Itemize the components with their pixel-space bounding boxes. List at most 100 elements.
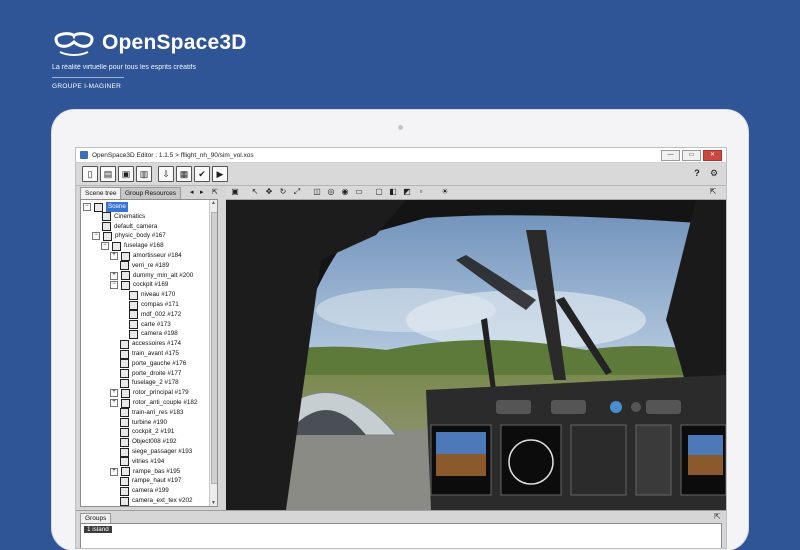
move-icon[interactable]: ✥ (264, 187, 274, 197)
tree-node[interactable]: + rampe_bas #195 (110, 467, 180, 477)
tree-node-label: Cinematics (114, 212, 146, 220)
collapse-icon[interactable]: − (110, 281, 118, 290)
view-mode-icon[interactable]: ▣ (230, 187, 240, 197)
tree-node[interactable]: − fuselage #168 (101, 241, 164, 251)
top-view-icon[interactable]: ◧ (388, 187, 398, 197)
groups-panel: Groups ⇱ 1 island (76, 510, 726, 548)
save-as-icon[interactable]: ▥ (136, 166, 152, 182)
close-button[interactable]: ✕ (703, 150, 722, 161)
tree-node[interactable]: vitries #194 (110, 457, 164, 467)
scale-icon[interactable]: ⤢ (292, 187, 302, 197)
rotate-icon[interactable]: ↻ (278, 187, 288, 197)
tree-node[interactable]: carte #173 (119, 320, 171, 330)
tree-node[interactable]: mdf_002 #172 (119, 310, 181, 320)
viewport-undock-icon[interactable]: ⇱ (708, 187, 718, 197)
tree-node[interactable]: accessoires #174 (110, 339, 181, 349)
render-icon[interactable]: ◉ (340, 187, 350, 197)
3d-viewport[interactable] (226, 200, 726, 510)
node-type-icon (120, 427, 129, 437)
tree-node[interactable]: turbine #190 (110, 418, 167, 428)
tree-node[interactable]: porte_droite #177 (110, 369, 181, 379)
group-item[interactable]: 1 island (84, 526, 112, 533)
tree-node[interactable]: Object008 #192 (110, 437, 176, 447)
new-project-icon[interactable]: ▯ (82, 166, 98, 182)
node-type-icon (120, 447, 129, 457)
tree-node-label: rampe_bas #195 (133, 467, 181, 475)
tree-node[interactable]: + rotor_principal #179 (110, 388, 189, 398)
tree-node[interactable]: Cinematics (92, 212, 145, 222)
tree-node[interactable]: default_camera (92, 222, 157, 232)
scrollbar-thumb[interactable] (211, 212, 217, 484)
groups-undock-icon[interactable]: ⇱ (714, 512, 721, 521)
expand-icon[interactable]: + (110, 252, 118, 260)
side-view-icon[interactable]: ▢ (374, 187, 384, 197)
tree-node[interactable]: siege_passager #193 (110, 447, 192, 457)
tree-scrollbar[interactable]: ▲ ▼ (209, 200, 217, 506)
tree-node-label: rotor_principal #179 (133, 389, 189, 397)
window-titlebar: OpenSpace3D Editor : 1.1.5 > fflight_nh_… (76, 148, 726, 163)
scroll-up-icon[interactable]: ▲ (210, 200, 217, 206)
node-type-icon (120, 261, 129, 271)
node-type-icon (129, 329, 138, 339)
tree-node[interactable]: + amortisseur #184 (110, 251, 182, 261)
node-type-icon (129, 320, 138, 330)
tree-node[interactable]: compas #171 (119, 300, 179, 310)
tree-node[interactable]: verri_re #189 (110, 261, 169, 271)
tree-node[interactable]: porte_gauche #176 (110, 359, 186, 369)
tab-group-resources[interactable]: Group Resources (120, 187, 181, 199)
minimize-button[interactable]: — (661, 150, 680, 161)
expand-icon[interactable]: + (110, 467, 118, 476)
run-icon[interactable]: ▶ (212, 166, 228, 182)
maximize-button[interactable]: ▭ (682, 150, 701, 161)
import-icon[interactable]: ⇩ (158, 166, 174, 182)
node-type-icon (120, 359, 129, 369)
expand-icon[interactable]: + (110, 389, 118, 398)
collapse-icon[interactable]: − (92, 232, 100, 241)
tab-scroll-right-icon[interactable]: ▸ (200, 188, 204, 196)
tree-node[interactable]: + dummy_min_alt #200 (110, 271, 193, 281)
tree-node[interactable]: + rotor_anti_couple #182 (110, 398, 197, 408)
tree-node[interactable]: camera #199 (110, 486, 169, 496)
perspective-icon[interactable]: ◩ (402, 187, 412, 197)
tree-node-label: dummy_min_alt #200 (133, 271, 194, 279)
camera-icon[interactable]: ◫ (312, 187, 322, 197)
tree-node[interactable]: − Scene (83, 202, 128, 212)
tree-node[interactable]: rampe_haut #197 (110, 476, 181, 486)
tree-node-label: physic_body #167 (115, 232, 166, 240)
expand-icon[interactable]: + (110, 271, 118, 280)
tree-node[interactable]: camera_ext_tex #202 (110, 496, 193, 506)
collapse-icon[interactable]: − (101, 242, 109, 251)
plugit-icon[interactable]: ✔ (194, 166, 210, 182)
panel-undock-icon[interactable]: ⇱ (212, 188, 218, 196)
scroll-down-icon[interactable]: ▼ (210, 500, 217, 506)
tree-node[interactable]: camera #198 (119, 329, 178, 339)
tree-node[interactable]: − physic_body #167 (92, 231, 166, 241)
tree-node[interactable]: fuselage_2 #178 (110, 378, 179, 388)
orbit-icon[interactable]: ◎ (326, 187, 336, 197)
node-type-icon (121, 388, 130, 398)
tree-node-label: porte_gauche #176 (132, 359, 187, 367)
node-type-icon (112, 241, 121, 251)
tree-node[interactable]: − cockpit #169 (110, 280, 168, 290)
save-icon[interactable]: ▣ (118, 166, 134, 182)
editor-window: OpenSpace3D Editor : 1.1.5 > fflight_nh_… (75, 147, 727, 549)
tree-node[interactable]: niveau #170 (119, 290, 175, 300)
expand-icon[interactable]: + (110, 399, 118, 407)
tree-node[interactable]: train-arri_res #183 (110, 408, 183, 418)
package-icon[interactable]: ▦ (176, 166, 192, 182)
tree-node[interactable]: cockpit_2 #191 (110, 427, 174, 437)
app-icon (80, 151, 88, 159)
settings-icon[interactable]: ⚙ (707, 166, 721, 180)
tree-node[interactable]: train_avant #175 (110, 349, 179, 359)
helpers-icon[interactable]: ▫ (416, 187, 426, 197)
collapse-icon[interactable]: − (83, 203, 91, 211)
node-type-icon (120, 339, 129, 349)
node-type-icon (120, 378, 129, 388)
open-project-icon[interactable]: ▤ (100, 166, 116, 182)
lighting-icon[interactable]: ☀ (440, 187, 450, 197)
tab-scene-tree[interactable]: Scene tree (80, 187, 122, 199)
front-view-icon[interactable]: ▭ (354, 187, 364, 197)
help-icon[interactable]: ? (690, 166, 704, 180)
tab-scroll-left-icon[interactable]: ◂ (190, 188, 194, 196)
pointer-icon[interactable]: ↖ (250, 187, 260, 197)
